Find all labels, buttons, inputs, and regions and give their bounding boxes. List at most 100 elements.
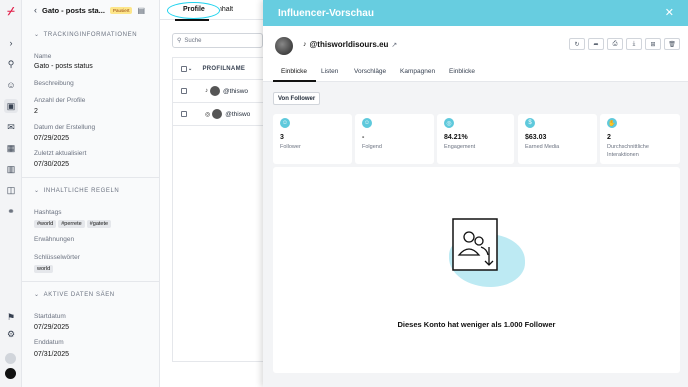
back-arrow-icon[interactable]: ‹ <box>34 5 37 15</box>
tab-insights-2[interactable]: Einblicke <box>449 68 475 75</box>
mentions-label: Erwähnungen <box>34 236 75 243</box>
row-checkbox[interactable] <box>181 88 187 94</box>
profile-handle-row: ♪ @thisworldisours.eu ↗ <box>303 40 397 49</box>
settings-icon[interactable]: ⚙ <box>4 327 18 341</box>
users-search-icon[interactable]: ⚲ <box>4 57 18 71</box>
keyword-list: world <box>34 265 55 273</box>
document-icon[interactable]: ▤ <box>137 6 145 15</box>
action-bar: ↻ ➦ ⎙ ⤓ ⊞ 🗑 <box>569 38 680 50</box>
add-to-list-icon[interactable]: ⊞ <box>645 38 661 50</box>
hand-icon: ✋ <box>607 118 617 128</box>
stat-label: Engagement <box>444 144 476 150</box>
section-tracking-header[interactable]: ⌄ TRACKINGINFORMATIONEN <box>34 31 137 39</box>
user-icon[interactable]: ☺ <box>4 78 18 92</box>
hashtags-label: Hashtags <box>34 209 62 216</box>
updated-value: 07/30/2025 <box>34 161 70 168</box>
updated-label: Zuletzt aktualisiert <box>34 150 87 157</box>
table-row[interactable]: ◎ @thiswo <box>173 103 264 126</box>
keyword-tag: world <box>34 265 54 273</box>
profiles-content: Profile Inhalt ⚲ Suche ⌄ PROFILNAME ♪ @t… <box>160 0 264 387</box>
section-rules-header[interactable]: ⌄ INHALTLICHE REGELN <box>34 187 119 195</box>
tab-campaigns[interactable]: Kampagnen <box>400 68 435 75</box>
page-title: Gato - posts sta... <box>42 5 105 15</box>
close-icon[interactable]: ✕ <box>665 6 674 19</box>
mail-icon[interactable]: ✉ <box>4 120 18 134</box>
profile-count-value: 2 <box>34 108 38 115</box>
link-icon[interactable]: ⚭ <box>4 204 18 218</box>
chevron-down-icon[interactable]: ⌄ <box>188 66 193 72</box>
search-input[interactable]: ⚲ Suche <box>172 33 263 48</box>
select-all-checkbox[interactable] <box>181 65 187 72</box>
empty-state-message: Dieses Konto hat weniger als 1.000 Follo… <box>397 320 556 329</box>
calendar-icon[interactable]: ▦ <box>4 141 18 155</box>
divider <box>22 177 160 178</box>
name-value: Gato - posts status <box>34 63 93 70</box>
delete-icon[interactable]: 🗑 <box>664 38 680 50</box>
tab-insights[interactable]: Einblicke <box>281 68 307 75</box>
search-placeholder: Suche <box>184 37 202 44</box>
drawer-header: Influencer-Vorschau ✕ <box>263 0 688 26</box>
bar-chart-icon[interactable]: ▥ <box>4 162 18 176</box>
avatar[interactable] <box>5 353 16 364</box>
profile-count-label: Anzahl der Profile <box>34 97 86 104</box>
profile-handle[interactable]: @thisworldisours.eu <box>310 40 389 49</box>
table-header: ⌄ PROFILNAME <box>173 58 264 80</box>
profile-name[interactable]: @thiswo <box>225 111 250 118</box>
dollar-icon: $ <box>525 118 535 128</box>
column-header-profile[interactable]: PROFILNAME <box>203 66 246 72</box>
print-icon[interactable]: ⎙ <box>607 38 623 50</box>
external-link-icon[interactable]: ↗ <box>391 41 397 49</box>
user-follow-icon: ☺ <box>362 118 372 128</box>
tab-profiles[interactable]: Profile <box>183 6 205 13</box>
image-icon[interactable]: ▣ <box>4 99 18 113</box>
flag-icon[interactable]: ⚑ <box>4 310 18 324</box>
profile-name[interactable]: @thiswo <box>223 88 248 95</box>
row-checkbox[interactable] <box>181 111 187 117</box>
instagram-icon: ◎ <box>205 111 211 118</box>
stat-card-follower: ☺ 3 Follower <box>273 114 352 164</box>
stat-card-engagement: ◎ 84.21% Engagement <box>437 114 514 164</box>
refresh-icon[interactable]: ↻ <box>569 38 585 50</box>
influencer-preview-drawer: Influencer-Vorschau ✕ ♪ @thisworldisours… <box>263 0 688 387</box>
hashtag-tag: #world <box>34 220 57 228</box>
table-row[interactable]: ♪ @thiswo <box>173 80 264 103</box>
tab-lists[interactable]: Listen <box>321 68 338 75</box>
profiles-table: ⌄ PROFILNAME ♪ @thiswo ◎ @thiswo <box>172 57 264 362</box>
active-tab-underline <box>273 80 316 82</box>
stat-value: 2 <box>607 134 611 141</box>
tiktok-icon: ♪ <box>303 41 307 48</box>
avatar <box>275 37 293 55</box>
stat-label: Durchschnittliche Interaktionen <box>607 144 649 158</box>
preview-tabs: Einblicke Listen Vorschläge Kampagnen Ei… <box>263 64 688 82</box>
chevron-right-icon[interactable]: › <box>4 36 18 50</box>
stat-card-earned-media: $ $63.03 Earned Media <box>518 114 597 164</box>
divider <box>22 281 160 282</box>
logo-icon[interactable]: ⌿ <box>4 4 18 18</box>
name-label: Name <box>34 53 52 60</box>
start-date-label: Startdatum <box>34 313 66 320</box>
megaphone-icon[interactable]: ◫ <box>4 183 18 197</box>
chevron-down-icon: ⌄ <box>34 32 40 38</box>
follower-filter-button[interactable]: Von Follower <box>273 92 321 105</box>
end-date-label: Enddatum <box>34 339 64 346</box>
section-dates-header[interactable]: ⌄ AKTIVE DATEN SÄEN <box>34 291 115 299</box>
start-date-value: 07/29/2025 <box>34 324 70 331</box>
status-badge: Pausiert <box>109 6 133 14</box>
account-avatar[interactable] <box>5 368 16 379</box>
stat-card-interactions: ✋ 2 Durchschnittliche Interaktionen <box>600 114 680 164</box>
avatar <box>210 86 220 96</box>
description-label: Beschreibung <box>34 80 74 87</box>
download-icon[interactable]: ⤓ <box>626 38 642 50</box>
users-icon: ☺ <box>280 118 290 128</box>
hashtag-tag: #perrete <box>58 220 85 228</box>
tracking-panel: ‹ Gato - posts sta... Pausiert ▤ ⌄ TRACK… <box>22 0 160 387</box>
drawer-title: Influencer-Vorschau <box>278 7 374 19</box>
active-tab-underline <box>175 19 209 21</box>
keywords-label: Schlüsselwörter <box>34 254 80 261</box>
stat-label: Earned Media <box>525 144 560 150</box>
share-icon[interactable]: ➦ <box>588 38 604 50</box>
tab-suggestions[interactable]: Vorschläge <box>354 68 386 75</box>
profile-summary: ♪ @thisworldisours.eu ↗ ↻ ➦ ⎙ ⤓ ⊞ 🗑 <box>263 26 688 64</box>
stat-label: Follower <box>280 144 301 150</box>
chevron-down-icon: ⌄ <box>34 188 40 194</box>
